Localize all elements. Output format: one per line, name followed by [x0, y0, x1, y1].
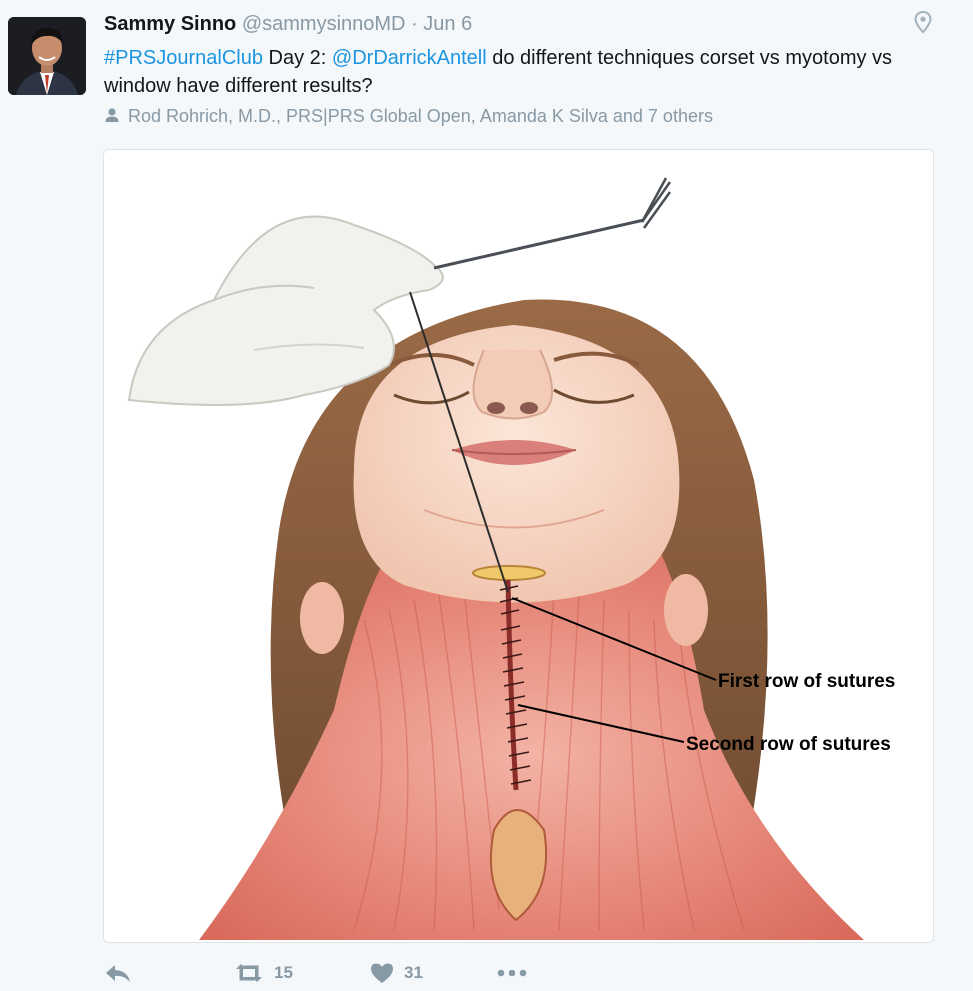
like-count: 31: [404, 963, 423, 982]
hashtag-link[interactable]: #PRSJournalClub: [104, 47, 263, 69]
retweet-button[interactable]: 15: [233, 955, 293, 991]
avatar-photo: [8, 17, 86, 95]
surgical-illustration: First row of sutures Second row of sutur…: [104, 150, 933, 942]
tweet-actions: 15 31: [0, 955, 973, 991]
mention-link[interactable]: @DrDarrickAntell: [332, 47, 487, 69]
tweet-header: Sammy Sinno @sammysinnoMD · Jun 6: [104, 10, 472, 38]
heart-icon: [369, 962, 395, 984]
tweet-text-part1: Day 2:: [262, 47, 332, 69]
more-dots-icon: [497, 969, 527, 977]
like-button[interactable]: 31: [369, 955, 423, 991]
author-handle[interactable]: @sammysinnoMD: [242, 13, 406, 35]
location-pin-icon[interactable]: [912, 10, 934, 34]
tweet-text: #PRSJournalClub Day 2: @DrDarrickAntell …: [104, 44, 924, 100]
mentioned-users[interactable]: Rod Rohrich, M.D., PRS|PRS Global Open, …: [104, 103, 713, 129]
separator: ·: [411, 13, 418, 35]
retweet-count: 15: [274, 963, 293, 982]
avatar[interactable]: [8, 17, 86, 95]
more-button[interactable]: [497, 955, 527, 991]
tweet: Sammy Sinno @sammysinnoMD · Jun 6 #PRSJo…: [0, 0, 973, 991]
reply-icon: [104, 962, 132, 984]
person-icon: [104, 104, 120, 122]
retweet-icon: [233, 962, 265, 984]
mentioned-users-text: Rod Rohrich, M.D., PRS|PRS Global Open, …: [128, 106, 713, 126]
media-image[interactable]: First row of sutures Second row of sutur…: [103, 149, 934, 943]
author-name[interactable]: Sammy Sinno: [104, 13, 236, 35]
label-first-row-of-sutures: First row of sutures: [718, 671, 895, 692]
tweet-date[interactable]: Jun 6: [423, 13, 472, 35]
reply-button[interactable]: [104, 955, 132, 991]
label-second-row-of-sutures: Second row of sutures: [686, 734, 891, 755]
